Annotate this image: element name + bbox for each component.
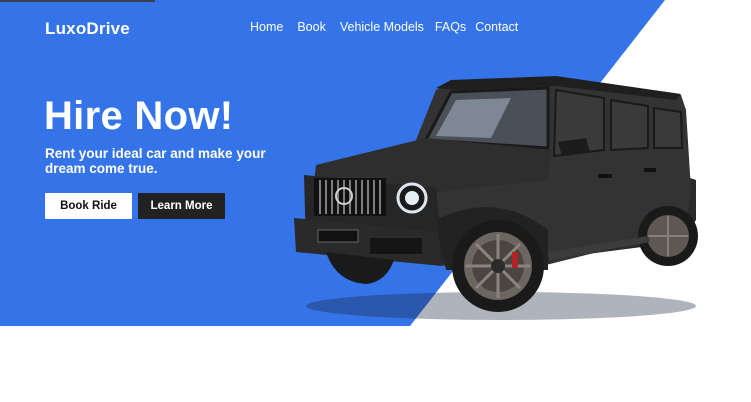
- nav-book[interactable]: Book: [297, 20, 326, 34]
- nav-vehicle-models[interactable]: Vehicle Models: [340, 20, 424, 34]
- hero-section: LuxoDrive Home Book Vehicle Models FAQs …: [0, 0, 751, 326]
- suv-car-image: [294, 76, 698, 320]
- hero-subheadline: Rent your ideal car and make your dream …: [45, 146, 266, 176]
- nav-contact[interactable]: Contact: [475, 20, 518, 34]
- page: LuxoDrive Home Book Vehicle Models FAQs …: [0, 0, 751, 402]
- nav-home[interactable]: Home: [250, 20, 283, 34]
- hero-headline: Hire Now!: [44, 94, 234, 138]
- book-ride-button[interactable]: Book Ride: [45, 193, 132, 219]
- learn-more-button[interactable]: Learn More: [138, 193, 225, 219]
- brand-logo[interactable]: LuxoDrive: [45, 19, 130, 39]
- main-navigation: Home Book Vehicle Models FAQs Contact: [250, 20, 518, 34]
- top-accent-line: [0, 0, 155, 2]
- nav-faqs[interactable]: FAQs: [435, 20, 466, 34]
